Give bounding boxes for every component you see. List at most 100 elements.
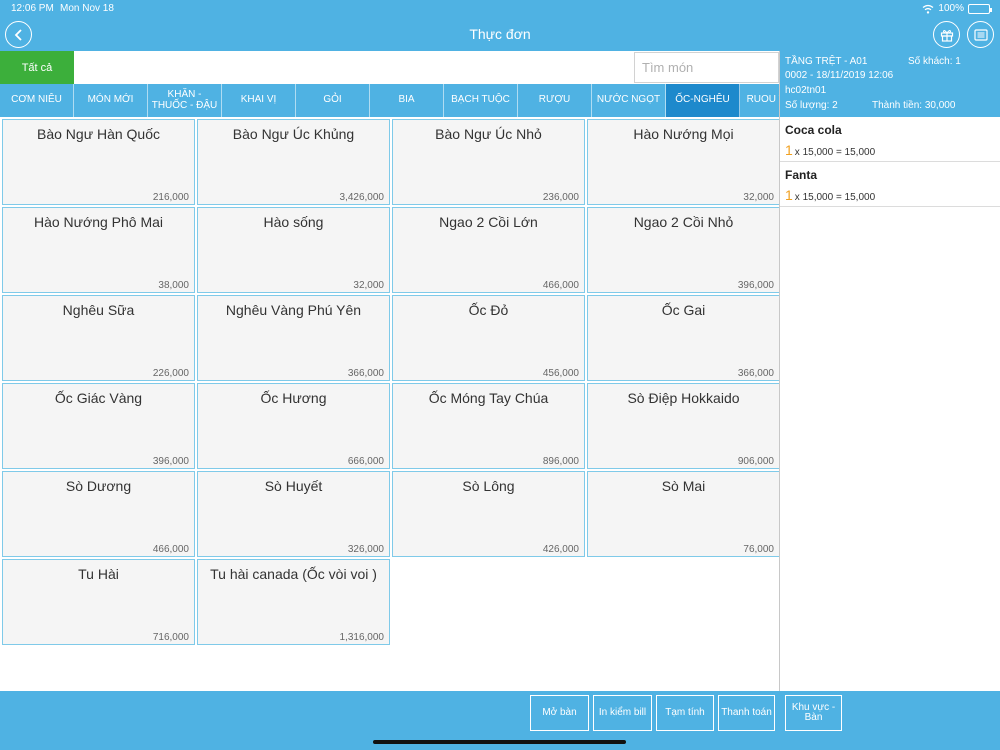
status-bar: 12:06 PM Mon Nov 18 100% (0, 0, 1000, 18)
menu-item-price: 396,000 (737, 280, 774, 291)
menu-item-price: 466,000 (542, 280, 579, 291)
menu-item-card[interactable]: Hào Nướng Phô Mai 38,000 (2, 207, 195, 293)
menu-item-card[interactable]: Ốc Hương 666,000 (197, 383, 390, 469)
list-icon (973, 28, 988, 41)
menu-item-name: Ốc Đỏ (468, 302, 509, 318)
tab-khai-vi[interactable]: KHAI VỊ (222, 84, 296, 117)
order-item[interactable]: Fanta 1x 15,000 = 15,000 (780, 162, 1000, 207)
menu-item-card[interactable]: Sò Điệp Hokkaido 906,000 (587, 383, 780, 469)
tab-com-nieu[interactable]: CƠM NIÊU (0, 84, 74, 117)
menu-item-price: 236,000 (542, 192, 579, 203)
menu-item-price: 216,000 (152, 192, 189, 203)
order-panel: TẦNG TRỆT - A01 Số khách: 1 0002 - 18/11… (779, 51, 1000, 691)
order-item-qty: 1 (785, 142, 793, 158)
menu-item-card[interactable]: Ngao 2 Cồi Nhỏ 396,000 (587, 207, 780, 293)
menu-item-card[interactable]: Sò Huyết 326,000 (197, 471, 390, 557)
menu-item-card[interactable]: Sò Lông 426,000 (392, 471, 585, 557)
tab-ruou-vang[interactable]: RUOU VANG (740, 84, 779, 117)
order-list-button[interactable] (967, 21, 994, 48)
menu-item-name: Nghêu Vàng Phú Yên (225, 302, 362, 318)
menu-item-card[interactable]: Bào Ngư Úc Khủng 3,426,000 (197, 119, 390, 205)
order-item-name: Fanta (785, 168, 818, 182)
menu-item-name: Sò Điệp Hokkaido (627, 390, 740, 406)
order-item-price: x 15,000 = 15,000 (794, 192, 876, 203)
menu-grid: Bào Ngư Hàn Quốc 216,000 Bào Ngư Úc Khủng 3… (0, 117, 780, 691)
category-tabs: CƠM NIÊU MÓN MỚI KHĂN - THUỐC - ĐẬU KHAI… (0, 84, 779, 117)
menu-item-card[interactable]: Ốc Móng Tay Chúa 896,000 (392, 383, 585, 469)
menu-item-name: Hào Nướng Mọi (633, 126, 734, 142)
menu-item-card[interactable]: Sò Mai 76,000 (587, 471, 780, 557)
menu-item-name: Ốc Móng Tay Chúa (428, 390, 549, 406)
menu-item-price: 366,000 (347, 368, 384, 379)
menu-item-card[interactable]: Bào Ngư Úc Nhỏ 236,000 (392, 119, 585, 205)
tab-ruou[interactable]: RƯỢU (518, 84, 592, 117)
menu-item-card[interactable]: Ốc Gai 366,000 (587, 295, 780, 381)
order-user: hc02tn01 (785, 85, 827, 96)
order-item-qty: 1 (785, 187, 793, 203)
menu-item-card[interactable]: Nghêu Vàng Phú Yên 366,000 (197, 295, 390, 381)
menu-item-name: Ốc Hương (260, 390, 327, 406)
menu-item-price: 466,000 (152, 544, 189, 555)
menu-item-card[interactable]: Ngao 2 Cồi Lớn 466,000 (392, 207, 585, 293)
all-button[interactable]: Tất cả (0, 51, 74, 84)
open-table-button[interactable]: Mở bàn (530, 695, 589, 731)
menu-item-price: 366,000 (737, 368, 774, 379)
filter-row: Tất cả (0, 51, 779, 84)
order-item-name: Coca cola (785, 123, 842, 137)
home-indicator (373, 740, 626, 744)
tab-nuoc-ngot[interactable]: NƯỚC NGỌT (592, 84, 666, 117)
tab-bia[interactable]: BIA (370, 84, 444, 117)
order-item-line: 1x 15,000 = 15,000 (785, 187, 875, 203)
menu-item-name: Bào Ngư Úc Nhỏ (435, 126, 542, 142)
menu-item-name: Sò Lông (462, 478, 515, 494)
menu-item-card[interactable]: Tu hài canada (Ốc vòi voi ) 1,316,000 (197, 559, 390, 645)
order-item-price: x 15,000 = 15,000 (794, 147, 876, 158)
menu-item-price: 716,000 (152, 632, 189, 643)
tab-khan-thuoc-dau[interactable]: KHĂN - THUỐC - ĐẬU (148, 84, 222, 117)
battery-percent: 100% (938, 3, 964, 14)
print-bill-button[interactable]: In kiểm bill (593, 695, 652, 731)
tab-bach-tuoc[interactable]: BẠCH TUỘC (444, 84, 518, 117)
status-right: 100% (922, 3, 992, 14)
menu-item-name: Tu hài canada (Ốc vòi voi ) (210, 566, 377, 582)
menu-item-name: Sò Dương (65, 478, 132, 494)
battery-icon (968, 3, 992, 14)
menu-item-price: 226,000 (152, 368, 189, 379)
menu-item-card[interactable]: Tu Hài 716,000 (2, 559, 195, 645)
menu-item-name: Sò Huyết (264, 478, 323, 494)
gift-button[interactable] (933, 21, 960, 48)
order-code: 0002 - 18/11/2019 12:06 (785, 70, 894, 81)
menu-item-card[interactable]: Nghêu Sữa 226,000 (2, 295, 195, 381)
menu-item-price: 906,000 (737, 456, 774, 467)
menu-item-card[interactable]: Bào Ngư Hàn Quốc 216,000 (2, 119, 195, 205)
menu-item-card[interactable]: Ốc Giác Vàng 396,000 (2, 383, 195, 469)
checkout-button[interactable]: Thanh toán (718, 695, 775, 731)
menu-item-price: 3,426,000 (339, 192, 385, 203)
search-input[interactable] (634, 52, 779, 83)
menu-item-name: Bào Ngư Úc Khủng (232, 126, 355, 142)
menu-item-price: 396,000 (152, 456, 189, 467)
menu-item-card[interactable]: Hào Nướng Mọi 32,000 (587, 119, 780, 205)
area-table-button[interactable]: Khu vực - Bàn (785, 695, 842, 731)
tab-mon-moi[interactable]: MÓN MỚI (74, 84, 148, 117)
menu-item-name: Hào sống (263, 214, 324, 230)
menu-item-name: Sò Mai (661, 478, 706, 494)
order-total: Thành tiền: 30,000 (872, 100, 956, 111)
menu-item-name: Tu Hài (78, 566, 119, 582)
tab-oc-ngheu[interactable]: ỐC-NGHÊU (666, 84, 740, 117)
tab-goi[interactable]: GỎI (296, 84, 370, 117)
menu-item-name: Ngao 2 Cồi Lớn (439, 214, 538, 230)
order-quantity: Số lượng: 2 (785, 100, 838, 111)
menu-item-price: 1,316,000 (339, 632, 385, 643)
menu-item-card[interactable]: Ốc Đỏ 456,000 (392, 295, 585, 381)
menu-item-card[interactable]: Sò Dương 466,000 (2, 471, 195, 557)
menu-item-card[interactable]: Hào sống 32,000 (197, 207, 390, 293)
gift-icon (940, 29, 953, 42)
order-table: TẦNG TRỆT - A01 (785, 56, 868, 67)
menu-item-name: Nghêu Sữa (62, 302, 135, 318)
menu-item-name: Hào Nướng Phô Mai (33, 214, 164, 230)
subtotal-button[interactable]: Tạm tính (656, 695, 714, 731)
order-item[interactable]: Coca cola 1x 15,000 = 15,000 (780, 117, 1000, 162)
menu-item-price: 896,000 (542, 456, 579, 467)
menu-item-name: Ngao 2 Cồi Nhỏ (633, 214, 734, 230)
